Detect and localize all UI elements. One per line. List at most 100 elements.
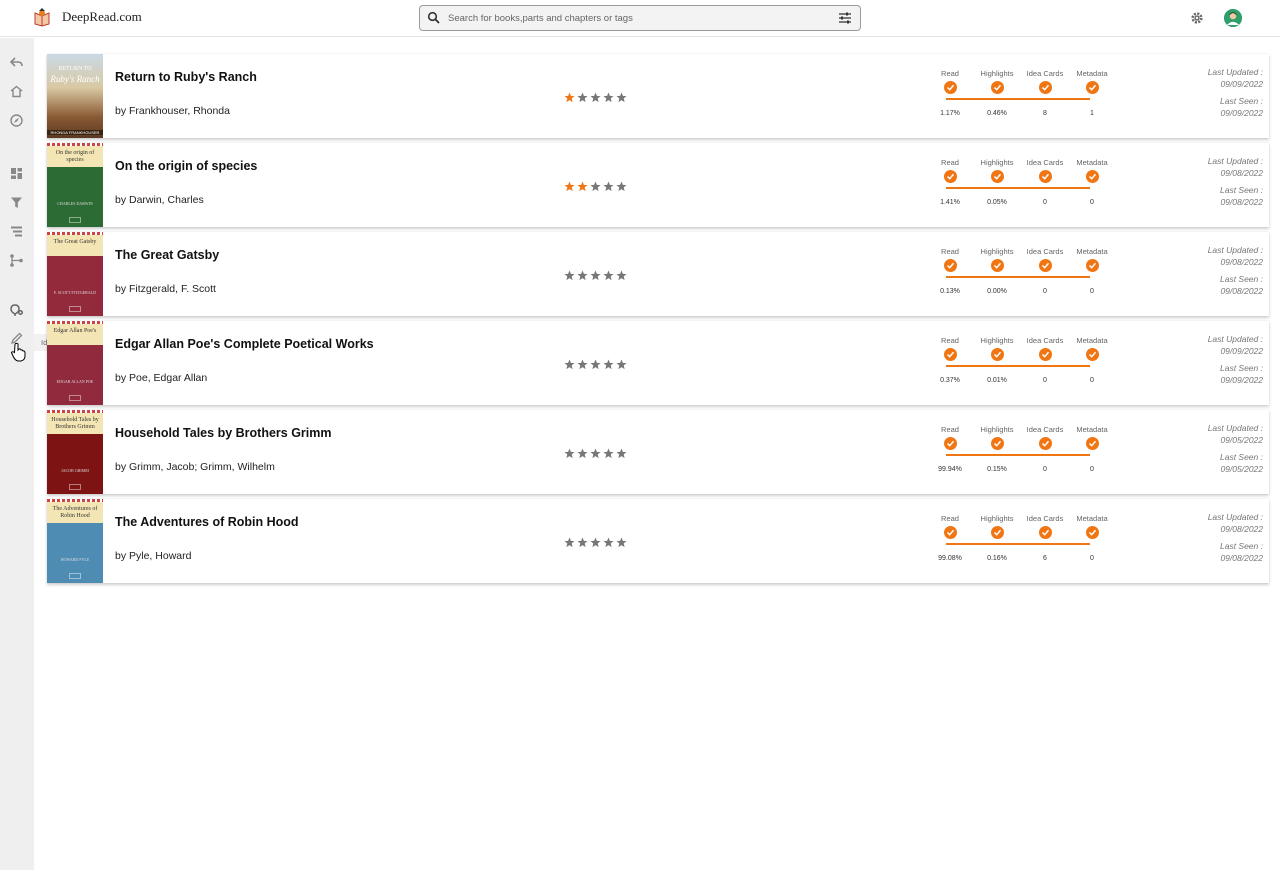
check-icon xyxy=(991,526,1004,539)
progress-tracker: Read 0.37% Highlights 0.01% Idea Cards 0 Metad… xyxy=(938,332,1108,392)
star-rating[interactable] xyxy=(564,535,629,548)
book-card[interactable]: RETURN TO Ruby's Ranch RHONDA FRANKHOUSER R… xyxy=(47,54,1269,138)
star-icon[interactable] xyxy=(577,446,589,459)
lightbulb-gear-icon[interactable] xyxy=(9,303,24,318)
star-icon[interactable] xyxy=(603,90,615,103)
avatar[interactable] xyxy=(1224,9,1242,27)
star-icon[interactable] xyxy=(603,268,615,281)
book-cover[interactable]: Edgar Allan Poe's EDGAR ALLAN POE xyxy=(47,321,103,405)
progress-step-metadata: Metadata 0 xyxy=(1069,332,1115,384)
star-icon[interactable] xyxy=(564,535,576,548)
star-icon[interactable] xyxy=(564,268,576,281)
book-card[interactable]: Household Tales by Brothers Grimm JACOB G… xyxy=(47,410,1269,494)
star-icon[interactable] xyxy=(616,535,628,548)
book-cover[interactable]: Household Tales by Brothers Grimm JACOB G… xyxy=(47,410,103,494)
star-icon[interactable] xyxy=(590,268,602,281)
book-title[interactable]: On the origin of species xyxy=(115,159,257,173)
progress-step-idea-cards: Idea Cards 0 xyxy=(1022,421,1068,473)
star-icon[interactable] xyxy=(577,90,589,103)
star-icon[interactable] xyxy=(616,268,628,281)
book-author: by Grimm, Jacob; Grimm, Wilhelm xyxy=(115,461,275,473)
book-card[interactable]: Edgar Allan Poe's EDGAR ALLAN POE Edgar Al… xyxy=(47,321,1269,405)
check-icon xyxy=(1039,348,1052,361)
check-icon xyxy=(1086,81,1099,94)
book-cover[interactable]: The Adventures of Robin Hood HOWARD PYLE xyxy=(47,499,103,583)
star-icon[interactable] xyxy=(564,90,576,103)
star-icon[interactable] xyxy=(616,90,628,103)
check-icon xyxy=(1039,170,1052,183)
book-title[interactable]: Household Tales by Brothers Grimm xyxy=(115,426,331,440)
compass-icon[interactable] xyxy=(9,113,24,128)
progress-step-read: Read 0.13% xyxy=(927,243,973,295)
dashboard-icon[interactable] xyxy=(9,166,24,181)
check-icon xyxy=(991,81,1004,94)
star-icon[interactable] xyxy=(616,179,628,192)
star-icon[interactable] xyxy=(564,357,576,370)
book-cover[interactable]: RETURN TO Ruby's Ranch RHONDA FRANKHOUSER xyxy=(47,54,103,138)
star-icon[interactable] xyxy=(590,446,602,459)
deepread-logo-icon[interactable] xyxy=(32,8,52,28)
search-bar[interactable] xyxy=(419,5,861,31)
home-icon[interactable] xyxy=(9,84,24,99)
last-updated-value: 09/08/2022 xyxy=(1220,257,1263,267)
brand-name[interactable]: DeepRead.com xyxy=(62,9,142,25)
star-rating[interactable] xyxy=(564,90,629,103)
check-icon xyxy=(944,81,957,94)
star-icon[interactable] xyxy=(616,357,628,370)
book-card[interactable]: The Adventures of Robin Hood HOWARD PYLE T… xyxy=(47,499,1269,583)
star-icon[interactable] xyxy=(590,535,602,548)
star-icon[interactable] xyxy=(603,179,615,192)
star-rating[interactable] xyxy=(564,179,629,192)
star-icon[interactable] xyxy=(564,446,576,459)
progress-step-idea-cards: Idea Cards 0 xyxy=(1022,243,1068,295)
book-cover[interactable]: The Great Gatsby F. SCOTT FITZGERALD xyxy=(47,232,103,316)
progress-value: 0 xyxy=(1043,466,1047,473)
book-title[interactable]: The Adventures of Robin Hood xyxy=(115,515,299,529)
book-card[interactable]: The Great Gatsby F. SCOTT FITZGERALD The G… xyxy=(47,232,1269,316)
dates-block: Last Updated : 09/09/2022 Last Seen : 09/09… xyxy=(1147,333,1263,386)
book-cover[interactable]: On the origin of species CHARLES DARWIN xyxy=(47,143,103,227)
star-icon[interactable] xyxy=(564,179,576,192)
progress-tracker: Read 0.13% Highlights 0.00% Idea Cards 0 Metad… xyxy=(938,243,1108,303)
graph-icon[interactable] xyxy=(9,253,24,268)
progress-value: 0 xyxy=(1090,199,1094,206)
star-rating[interactable] xyxy=(564,268,629,281)
star-icon[interactable] xyxy=(590,357,602,370)
star-icon[interactable] xyxy=(590,90,602,103)
book-list: RETURN TO Ruby's Ranch RHONDA FRANKHOUSER R… xyxy=(34,38,1280,870)
star-icon[interactable] xyxy=(603,535,615,548)
progress-value: 0 xyxy=(1090,288,1094,295)
star-icon[interactable] xyxy=(577,268,589,281)
progress-step-read: Read 99.08% xyxy=(927,510,973,562)
book-title[interactable]: The Great Gatsby xyxy=(115,248,219,262)
star-icon[interactable] xyxy=(603,446,615,459)
gear-icon[interactable] xyxy=(1190,11,1204,25)
progress-value: 0 xyxy=(1043,199,1047,206)
star-icon[interactable] xyxy=(577,535,589,548)
progress-value: 0.01% xyxy=(987,377,1007,384)
last-updated-value: 09/09/2022 xyxy=(1220,346,1263,356)
star-rating[interactable] xyxy=(564,446,629,459)
book-title[interactable]: Return to Ruby's Ranch xyxy=(115,70,257,84)
progress-value: 0.16% xyxy=(987,555,1007,562)
book-author: by Fitzgerald, F. Scott xyxy=(115,283,216,295)
star-rating[interactable] xyxy=(564,357,629,370)
last-updated-label: Last Updated : xyxy=(1207,423,1263,433)
star-icon[interactable] xyxy=(577,357,589,370)
filter-settings-icon[interactable] xyxy=(837,10,853,26)
cover-title: The Adventures of Robin Hood xyxy=(47,499,103,523)
search-input[interactable] xyxy=(448,9,828,27)
check-icon xyxy=(1086,170,1099,183)
book-title[interactable]: Edgar Allan Poe's Complete Poetical Work… xyxy=(115,337,374,351)
book-author: by Pyle, Howard xyxy=(115,550,192,562)
star-icon[interactable] xyxy=(590,179,602,192)
book-card[interactable]: On the origin of species CHARLES DARWIN On… xyxy=(47,143,1269,227)
star-icon[interactable] xyxy=(616,446,628,459)
list-icon[interactable] xyxy=(9,224,24,239)
star-icon[interactable] xyxy=(603,357,615,370)
filter-icon[interactable] xyxy=(9,195,24,210)
back-icon[interactable] xyxy=(9,55,24,70)
star-icon[interactable] xyxy=(577,179,589,192)
dates-block: Last Updated : 09/08/2022 Last Seen : 09/08… xyxy=(1147,511,1263,564)
progress-step-idea-cards: Idea Cards 0 xyxy=(1022,332,1068,384)
